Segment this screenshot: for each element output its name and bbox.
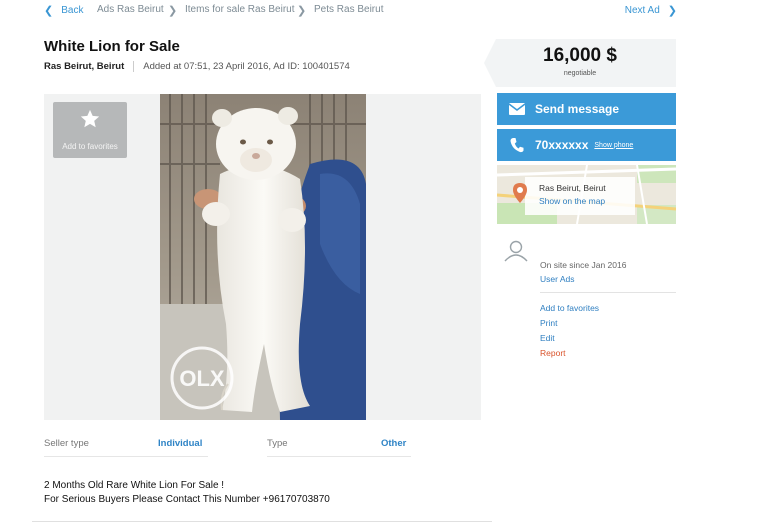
type-value[interactable]: Other bbox=[381, 438, 406, 449]
next-ad-link[interactable]: Next Ad ❯ bbox=[625, 4, 677, 17]
user-icon bbox=[504, 240, 528, 262]
chevron-right-icon: ❯ bbox=[667, 5, 677, 17]
description-line-2: For Serious Buyers Please Contact This N… bbox=[44, 494, 330, 505]
breadcrumb-item-ads[interactable]: Ads Ras Beirut bbox=[97, 4, 164, 15]
envelope-icon bbox=[509, 101, 525, 117]
location-map[interactable]: Ras Beirut, Beirut Show on the map bbox=[497, 165, 676, 224]
breadcrumb-item-pets[interactable]: Pets Ras Beirut bbox=[314, 4, 383, 15]
divider bbox=[44, 456, 208, 457]
price-amount: 16,000 $ bbox=[543, 45, 617, 66]
edit-link[interactable]: Edit bbox=[540, 333, 555, 343]
photo-gallery: Add to favorites OLX bbox=[44, 94, 481, 420]
add-to-favorites-tile[interactable]: Add to favorites bbox=[53, 102, 127, 158]
price-note: negotiable bbox=[563, 70, 597, 77]
divider bbox=[133, 61, 135, 72]
phone-icon bbox=[509, 137, 525, 153]
breadcrumb: ❮ Back Ads Ras Beirut ❯ Items for sale R… bbox=[0, 4, 767, 18]
map-location: Ras Beirut, Beirut bbox=[539, 183, 606, 193]
ad-meta: Ras Beirut, Beirut Added at 07:51, 23 Ap… bbox=[44, 61, 350, 72]
divider bbox=[540, 292, 676, 293]
report-link[interactable]: Report bbox=[540, 348, 566, 358]
price-box: 16,000 $ negotiable bbox=[484, 39, 676, 87]
user-ads-link[interactable]: User Ads bbox=[540, 274, 575, 284]
show-phone-link[interactable]: Show phone bbox=[594, 142, 633, 149]
map-pin-icon bbox=[513, 183, 527, 203]
divider bbox=[267, 456, 411, 457]
show-phone-button[interactable]: 70xxxxxx Show phone bbox=[497, 129, 676, 161]
seller-type-label: Seller type bbox=[44, 438, 89, 449]
ad-location: Ras Beirut, Beirut bbox=[44, 61, 125, 72]
star-icon bbox=[80, 109, 100, 128]
back-label: Back bbox=[61, 5, 84, 16]
type-label: Type bbox=[267, 438, 288, 449]
ad-title: White Lion for Sale bbox=[44, 38, 180, 55]
back-link[interactable]: ❮ Back bbox=[44, 4, 83, 17]
description-line-1: 2 Months Old Rare White Lion For Sale ! bbox=[44, 480, 225, 491]
phone-number: 70xxxxxx bbox=[535, 138, 589, 152]
divider bbox=[32, 521, 492, 522]
add-to-favorites-label: Add to favorites bbox=[62, 142, 118, 151]
chevron-left-icon: ❮ bbox=[44, 5, 54, 17]
next-ad-label: Next Ad bbox=[624, 5, 660, 16]
send-message-button[interactable]: Send message bbox=[497, 93, 676, 125]
chevron-right-icon: ❯ bbox=[168, 5, 178, 17]
show-on-map-link[interactable]: Show on the map bbox=[539, 196, 605, 206]
breadcrumb-item-items-for-sale[interactable]: Items for sale Ras Beirut bbox=[185, 4, 294, 15]
ad-added-info: Added at 07:51, 23 April 2016, Ad ID: 10… bbox=[143, 61, 350, 72]
print-link[interactable]: Print bbox=[540, 318, 557, 328]
lion-cub-photo: OLX bbox=[160, 94, 366, 420]
member-since: On site since Jan 2016 bbox=[540, 260, 627, 270]
send-message-label: Send message bbox=[535, 102, 620, 116]
olx-watermark: OLX bbox=[179, 366, 225, 391]
seller-type-value[interactable]: Individual bbox=[158, 438, 202, 449]
ad-photo[interactable]: OLX bbox=[160, 94, 366, 420]
chevron-right-icon: ❯ bbox=[297, 5, 307, 17]
add-to-favorites-link[interactable]: Add to favorites bbox=[540, 303, 599, 313]
